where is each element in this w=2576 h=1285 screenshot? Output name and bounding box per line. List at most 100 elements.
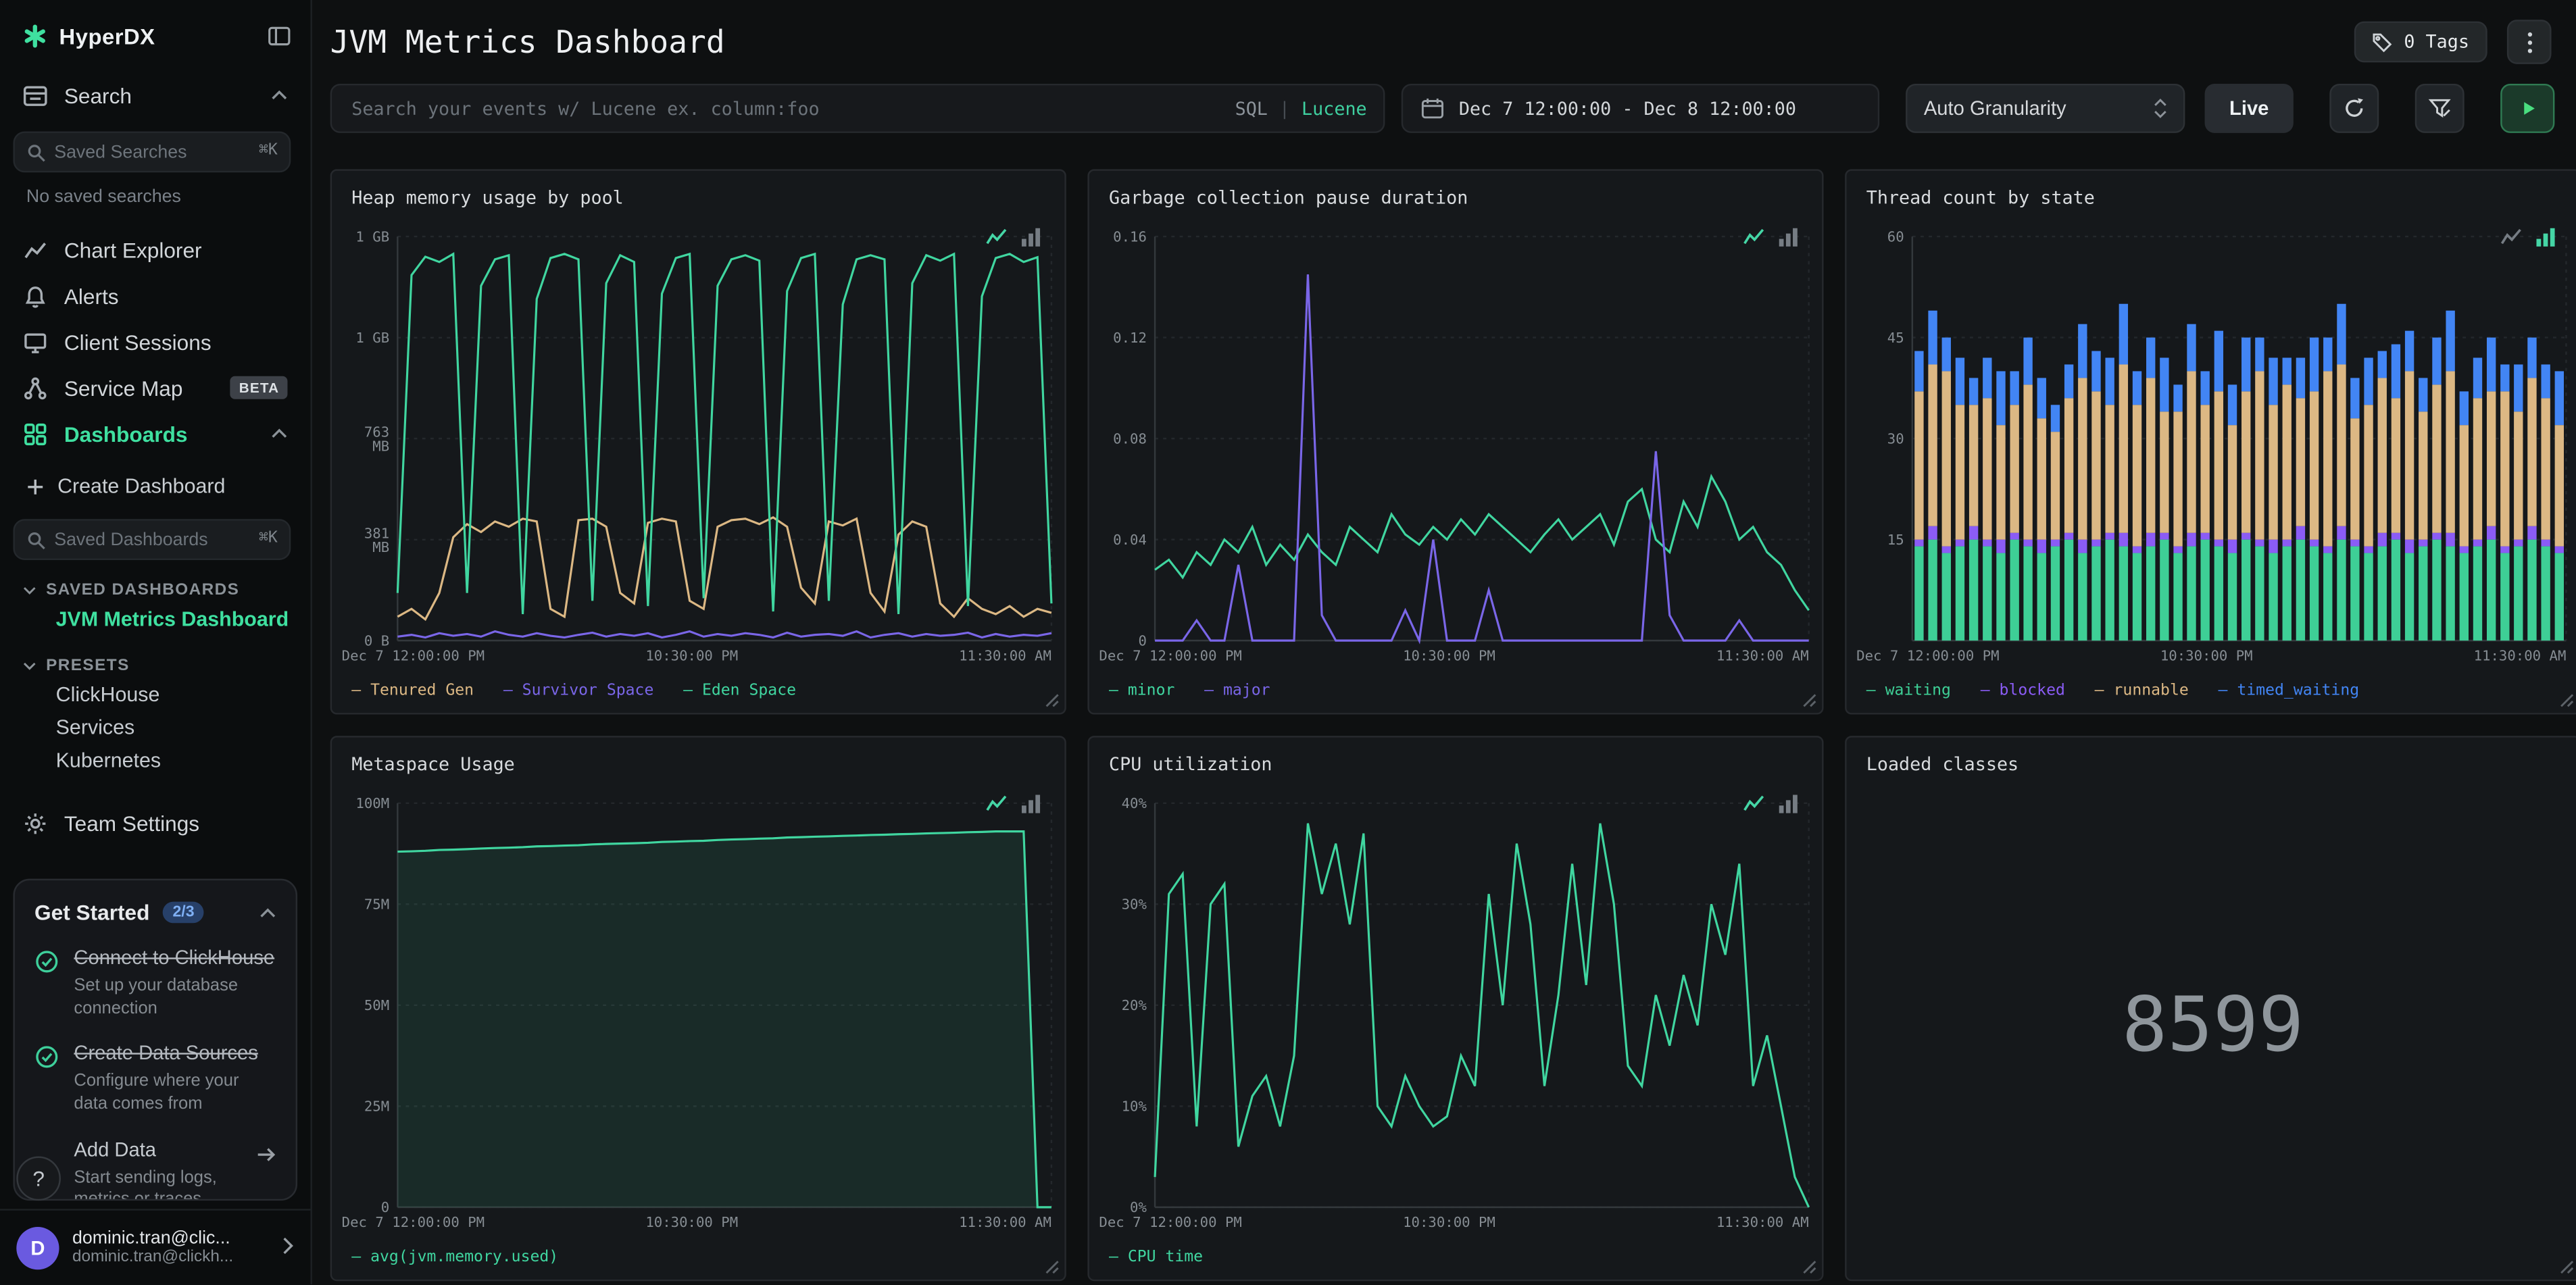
chart-garbage-collection-pause-duration: 0 0.04 0.08 0.12 0.16 Dec 7 12:00:00 PM 10:30:… [1099, 228, 1810, 663]
resize-handle-icon[interactable] [1801, 692, 1817, 708]
lucene-toggle[interactable]: Lucene [1302, 98, 1367, 120]
saved-dashboards-input[interactable]: ⌘K [13, 519, 291, 561]
event-search-box[interactable]: SQL | Lucene [330, 83, 1385, 133]
y-tick-label: 100M [355, 795, 389, 811]
y-tick-label: 0.04 [1113, 532, 1147, 548]
x-tick-label: 10:30:00 PM [1403, 1214, 1495, 1230]
chevron-up-icon[interactable] [259, 907, 276, 917]
sidebar-item-dashboards[interactable]: Dashboards [0, 411, 310, 457]
date-range-picker[interactable]: Dec 7 12:00:00 - Dec 8 12:00:00 [1401, 83, 1880, 133]
legend-item[interactable]: — Tenured Gen [351, 682, 474, 700]
legend-item[interactable]: — Survivor Space [503, 682, 654, 700]
legend-item[interactable]: — blocked [1981, 682, 2065, 700]
sidebar-item-label: Alerts [64, 283, 119, 308]
line-chart-toggle-icon[interactable] [1743, 793, 1764, 815]
play-icon [2518, 99, 2537, 118]
section-label-text: PRESETS [46, 656, 130, 674]
get-started-step-add-data[interactable]: Add Data Start sending logs, metrics or … [34, 1138, 276, 1201]
sidebar-item-alerts[interactable]: Alerts [0, 273, 310, 319]
panel-title: Metaspace Usage [351, 753, 515, 776]
more-options-button[interactable] [2506, 20, 2552, 64]
get-started-step-connect[interactable]: Connect to ClickHouse Set up your databa… [34, 946, 276, 1020]
resize-handle-icon[interactable] [1801, 1258, 1817, 1274]
legend-item[interactable]: — avg(jvm.memory.used) [351, 1249, 558, 1267]
bar-chart-toggle-icon[interactable] [2535, 226, 2556, 248]
preset-item-kubernetes[interactable]: Kubernetes [0, 744, 310, 777]
tags-label: 0 Tags [2404, 31, 2469, 53]
legend-item[interactable]: — CPU time [1109, 1249, 1203, 1267]
run-query-button[interactable] [2500, 83, 2555, 133]
create-dashboard-button[interactable]: Create Dashboard [0, 466, 310, 505]
panel-heap-memory-usage-by-pool: Heap memory usage by pool 0 B 381 MB 763 MB 1 … [330, 169, 1066, 715]
filter-icon [2428, 97, 2451, 120]
legend-item[interactable]: — major [1204, 682, 1270, 700]
preset-item-services[interactable]: Services [0, 711, 310, 745]
y-tick-label: 1 GB [355, 228, 389, 245]
beta-badge: BETA [230, 376, 288, 399]
bar-chart-toggle-icon[interactable] [1777, 226, 1799, 248]
granularity-select[interactable]: Auto Granularity [1906, 83, 2185, 133]
user-menu[interactable]: D dominic.tran@clic... dominic.tran@clic… [0, 1209, 311, 1285]
legend-item[interactable]: — timed_waiting [2219, 682, 2360, 700]
chart-type-toggle [986, 793, 1042, 815]
x-tick-label: 11:30:00 AM [959, 1214, 1051, 1230]
chart-type-toggle [1743, 793, 1799, 815]
sidebar-item-search[interactable]: Search [0, 72, 310, 118]
y-tick-label: 15 [1887, 532, 1904, 548]
line-chart-toggle-icon[interactable] [986, 793, 1008, 815]
legend-item[interactable]: — minor [1109, 682, 1174, 700]
search-section-icon [23, 83, 47, 107]
tags-button[interactable]: 0 Tags [2354, 21, 2487, 63]
filter-button[interactable] [2414, 83, 2464, 133]
page-header: JVM Metrics Dashboard 0 Tags [310, 0, 2576, 64]
saved-dashboard-item-jvm[interactable]: JVM Metrics Dashboard [0, 603, 310, 636]
legend-item[interactable]: — waiting [1866, 682, 1951, 700]
y-tick-label: 763 MB [364, 424, 389, 455]
event-search-input[interactable] [348, 96, 1222, 121]
saved-searches-input[interactable]: ⌘K [13, 131, 291, 173]
sql-toggle[interactable]: SQL [1235, 98, 1268, 120]
sidebar-item-service-map[interactable]: Service Map BETA [0, 365, 310, 411]
chart-thread-count-by-state: 15 30 45 60 Dec 7 12:00:00 PM 10:30:00 PM 11:3… [1856, 228, 2567, 663]
bar-chart-toggle-icon[interactable] [1020, 793, 1042, 815]
resize-handle-icon[interactable] [2558, 1258, 2574, 1274]
x-tick-label: Dec 7 12:00:00 PM [342, 647, 485, 663]
sidebar-item-chart-explorer[interactable]: Chart Explorer [0, 226, 310, 272]
saved-searches-field[interactable] [14, 132, 289, 171]
resize-handle-icon[interactable] [2558, 692, 2574, 708]
sidebar-item-team-settings[interactable]: Team Settings [0, 800, 310, 846]
panel-metaspace-usage: Metaspace Usage 0 25M 50M 75M 100M Dec 7 12:00… [330, 736, 1066, 1282]
get-started-step-sources[interactable]: Create Data Sources Configure where your… [34, 1042, 276, 1116]
presets-section-header[interactable]: PRESETS [0, 652, 310, 678]
live-button[interactable]: Live [2204, 83, 2294, 133]
saved-dashboards-field[interactable] [14, 520, 289, 559]
dashboards-grid-icon [23, 422, 47, 446]
saved-dashboards-section-header[interactable]: SAVED DASHBOARDS [0, 576, 310, 603]
plus-icon [26, 477, 45, 495]
step-subtitle: Start sending logs, metrics or traces [74, 1167, 217, 1201]
preset-item-clickhouse[interactable]: ClickHouse [0, 678, 310, 711]
collapse-sidebar-button[interactable] [268, 24, 291, 47]
panel-title: Thread count by state [1866, 187, 2095, 209]
user-name: dominic.tran@clic... [72, 1228, 230, 1249]
legend-item[interactable]: — Eden Space [683, 682, 796, 700]
get-started-title: Get Started [34, 900, 150, 925]
line-chart-toggle-icon[interactable] [1743, 226, 1764, 248]
y-tick-label: 45 [1887, 330, 1904, 346]
legend-item[interactable]: — runnable [2095, 682, 2189, 700]
line-chart-toggle-icon[interactable] [986, 226, 1008, 248]
resize-handle-icon[interactable] [1043, 1258, 1060, 1274]
resize-handle-icon[interactable] [1043, 692, 1060, 708]
sidebar-item-client-sessions[interactable]: Client Sessions [0, 319, 310, 365]
bell-icon [23, 283, 47, 307]
bar-chart-toggle-icon[interactable] [1020, 226, 1042, 248]
refresh-button[interactable] [2329, 83, 2379, 133]
y-tick-label: 25M [364, 1099, 389, 1115]
bar-chart-toggle-icon[interactable] [1777, 793, 1799, 815]
line-chart-toggle-icon[interactable] [2500, 226, 2522, 248]
chevron-down-icon [23, 661, 36, 670]
help-button[interactable]: ? [16, 1156, 61, 1201]
chevron-up-icon [271, 428, 287, 439]
y-tick-label: 0.16 [1113, 228, 1147, 245]
app-title: HyperDX [59, 24, 155, 49]
